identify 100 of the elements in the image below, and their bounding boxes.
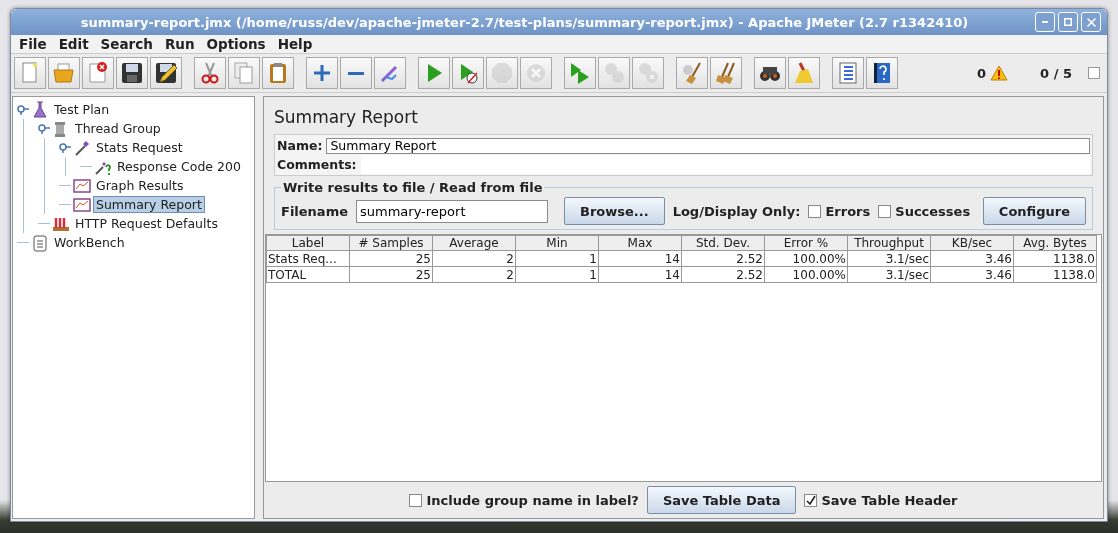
double-stop-icon bbox=[602, 61, 626, 85]
brooms-button[interactable] bbox=[710, 57, 742, 89]
column-header[interactable]: Min bbox=[515, 235, 599, 251]
column-header[interactable]: Throughput bbox=[847, 235, 931, 251]
menu-item[interactable]: Edit bbox=[52, 36, 95, 52]
column-header[interactable]: Error % bbox=[764, 235, 848, 251]
tree-item[interactable]: Stats Request bbox=[93, 139, 186, 156]
panel-title: Summary Report bbox=[274, 107, 419, 127]
menu-item[interactable]: Run bbox=[158, 36, 201, 52]
expand-handle[interactable] bbox=[17, 104, 29, 115]
table-cell: 2.52 bbox=[681, 250, 765, 267]
tree-item[interactable]: Test Plan bbox=[51, 101, 113, 118]
floppy-disk-button[interactable] bbox=[116, 57, 148, 89]
column-header[interactable]: Max bbox=[598, 235, 682, 251]
table-cell: 3.46 bbox=[930, 250, 1014, 267]
minus-button[interactable] bbox=[340, 57, 372, 89]
table-cell: Stats Req... bbox=[266, 250, 350, 267]
broom-icon bbox=[680, 61, 704, 85]
graph-icon bbox=[73, 195, 91, 214]
tree-item[interactable]: Summary Report bbox=[93, 196, 205, 213]
column-header[interactable]: Average bbox=[432, 235, 516, 251]
filename-field[interactable]: summary-report bbox=[356, 199, 548, 223]
x-circle-icon bbox=[524, 61, 548, 85]
status-checkbox[interactable] bbox=[1088, 67, 1100, 79]
maximize-button[interactable] bbox=[1058, 12, 1078, 32]
column-header[interactable]: KB/sec bbox=[930, 235, 1014, 251]
save-table-data-button[interactable]: Save Table Data bbox=[646, 486, 797, 514]
checkbox[interactable] bbox=[804, 493, 818, 507]
wand-button[interactable] bbox=[374, 57, 406, 89]
checkbox-label: Save Table Header bbox=[821, 492, 958, 508]
group-title: Write results to file / Read from file bbox=[282, 180, 544, 195]
table-cell: 14 bbox=[598, 266, 682, 283]
table-cell: 25 bbox=[349, 266, 433, 283]
name-field[interactable]: Summary Report bbox=[326, 137, 1090, 154]
close-icon bbox=[1086, 17, 1096, 27]
double-x-circle-icon bbox=[636, 61, 660, 85]
play-button[interactable] bbox=[418, 57, 450, 89]
warning-icon bbox=[990, 65, 1009, 81]
floppy-pencil-button[interactable] bbox=[150, 57, 182, 89]
tree-item[interactable]: Graph Results bbox=[93, 177, 187, 194]
checkbox-label: Include group name in label? bbox=[426, 492, 639, 508]
tree-item[interactable]: Response Code 200 bbox=[114, 158, 244, 175]
floppy-pencil-icon bbox=[154, 61, 178, 85]
table-cell: 1 bbox=[515, 250, 599, 267]
table-cell: TOTAL bbox=[266, 266, 350, 283]
table-cell: 14 bbox=[598, 250, 682, 267]
checkbox[interactable] bbox=[878, 204, 892, 218]
graph-icon bbox=[73, 176, 91, 195]
minimize-button[interactable] bbox=[1035, 12, 1055, 32]
document-close-button[interactable] bbox=[82, 57, 114, 89]
binoculars-button[interactable] bbox=[754, 57, 786, 89]
list-button[interactable] bbox=[832, 57, 864, 89]
column-header[interactable]: # Samples bbox=[349, 235, 433, 251]
close-button[interactable] bbox=[1081, 12, 1101, 32]
comments-label: Comments: bbox=[277, 157, 357, 172]
tree-item[interactable]: HTTP Request Defaults bbox=[72, 215, 221, 232]
flask-icon bbox=[31, 100, 49, 119]
thread-count: 0 / 5 bbox=[1040, 65, 1072, 81]
copy-button[interactable] bbox=[228, 57, 260, 89]
menu-item[interactable]: Options bbox=[200, 36, 272, 52]
column-header[interactable]: Label bbox=[266, 235, 350, 251]
scissors-button[interactable] bbox=[194, 57, 226, 89]
brush-icon bbox=[792, 61, 816, 85]
broom-button[interactable] bbox=[676, 57, 708, 89]
page-button[interactable] bbox=[14, 57, 46, 89]
table-cell: 2 bbox=[432, 266, 516, 283]
column-header[interactable]: Std. Dev. bbox=[681, 235, 765, 251]
clipboard-button[interactable] bbox=[262, 57, 294, 89]
table-cell: 100.00% bbox=[764, 250, 848, 267]
menu-item[interactable]: Search bbox=[94, 36, 159, 52]
dropper-icon bbox=[73, 138, 91, 157]
tree-item[interactable]: WorkBench bbox=[51, 234, 128, 251]
warning-count: 0 bbox=[977, 65, 987, 81]
menu-item[interactable]: Help bbox=[271, 36, 319, 52]
checkbox-label: Errors bbox=[825, 203, 871, 219]
comments-field[interactable] bbox=[360, 155, 1090, 174]
minus-icon bbox=[348, 71, 364, 75]
expand-handle[interactable] bbox=[38, 123, 50, 134]
table-cell: 25 bbox=[349, 250, 433, 267]
checkbox[interactable] bbox=[808, 204, 822, 218]
folder-button[interactable] bbox=[48, 57, 80, 89]
maximize-icon bbox=[1064, 18, 1072, 26]
copy-icon bbox=[232, 61, 256, 85]
plus-button[interactable] bbox=[306, 57, 338, 89]
table-cell: 3.46 bbox=[930, 266, 1014, 283]
checkbox-label: Successes bbox=[895, 203, 971, 219]
log-display-label: Log/Display Only: bbox=[672, 203, 801, 219]
table-cell: 100.00% bbox=[764, 266, 848, 283]
tree-item[interactable]: Thread Group bbox=[72, 120, 164, 137]
browse-button[interactable]: Browse... bbox=[564, 197, 665, 225]
menu-item[interactable]: File bbox=[13, 36, 53, 52]
column-header[interactable]: Avg. Bytes bbox=[1013, 235, 1097, 251]
brooms-icon bbox=[714, 61, 738, 85]
stop-sign-icon bbox=[490, 61, 514, 85]
configure-button[interactable]: Configure bbox=[982, 197, 1086, 225]
play-timer-button[interactable] bbox=[452, 57, 484, 89]
help-book-button[interactable] bbox=[866, 57, 898, 89]
expand-handle[interactable] bbox=[59, 142, 71, 153]
double-play-button[interactable] bbox=[564, 57, 596, 89]
checkbox[interactable] bbox=[409, 493, 423, 507]
